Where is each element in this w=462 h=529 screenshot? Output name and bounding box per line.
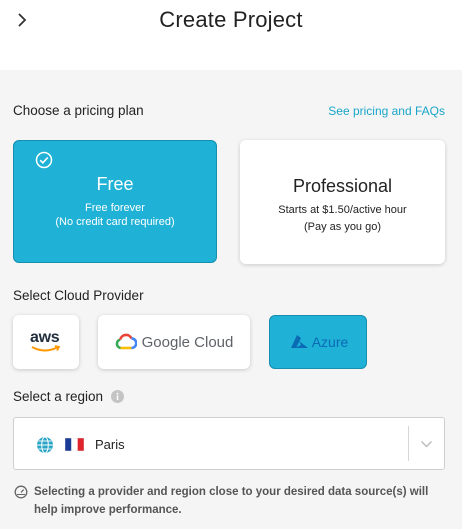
plan-description: Starts at $1.50/active hour: [278, 204, 407, 216]
provider-azure-card[interactable]: Azure: [269, 315, 367, 369]
plan-description-note: (Pay as you go): [303, 221, 382, 233]
azure-logo-icon: [290, 335, 308, 348]
plan-description: Free forever: [85, 202, 145, 214]
speedometer-icon: [14, 485, 28, 499]
provider-google-cloud-card[interactable]: Google Cloud: [98, 315, 250, 369]
france-flag-icon: [65, 438, 84, 451]
plan-description-note: (No credit card required): [55, 216, 175, 228]
region-value: Paris: [95, 437, 125, 452]
provider-google-cloud-name: Google Cloud: [141, 333, 234, 351]
provider-aws-card[interactable]: aws: [13, 315, 79, 369]
provider-azure-name: Azure: [311, 334, 349, 350]
cloud-provider-label: Select Cloud Provider: [13, 288, 144, 303]
info-icon[interactable]: [111, 390, 124, 403]
check-circle-icon: [35, 151, 53, 169]
select-divider: [408, 426, 409, 461]
plan-name: Free: [96, 174, 134, 194]
region-note-text: Selecting a provider and region close to…: [34, 486, 429, 516]
globe-icon: [37, 436, 53, 454]
page-title: Create Project: [159, 7, 303, 32]
plan-free-card[interactable]: Free Free forever (No credit card requir…: [13, 140, 217, 263]
chevron-down-icon[interactable]: [420, 440, 433, 449]
plan-name: Professional: [292, 176, 393, 196]
plan-professional-card[interactable]: Professional Starts at $1.50/active hour…: [240, 140, 445, 264]
pricing-faq-link[interactable]: See pricing and FAQs: [328, 104, 445, 118]
header: Create Project: [0, 0, 462, 70]
aws-logo-icon: aws: [29, 329, 63, 355]
region-select[interactable]: Paris: [13, 417, 445, 470]
google-cloud-logo-icon: [115, 333, 137, 350]
region-label: Select a region: [13, 389, 104, 404]
pricing-plan-label: Choose a pricing plan: [13, 103, 144, 118]
